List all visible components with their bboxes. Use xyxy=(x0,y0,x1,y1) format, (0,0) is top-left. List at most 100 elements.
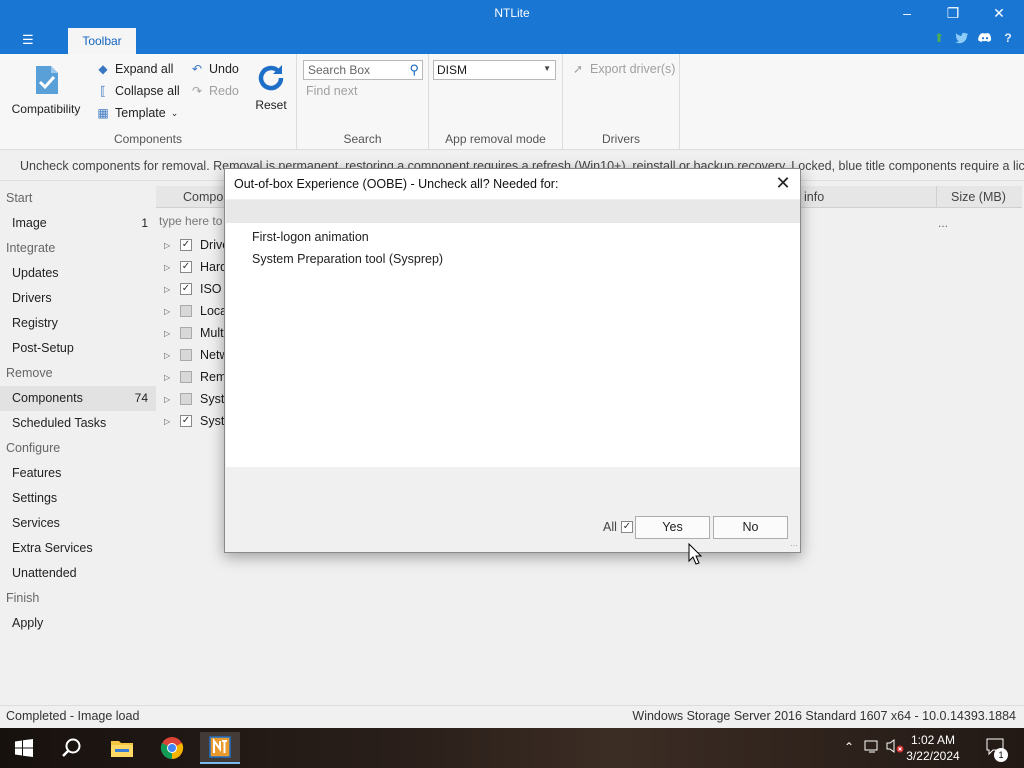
expand-all-button[interactable]: ◆ Expand all xyxy=(96,62,173,76)
sidebar-item-features[interactable]: Features xyxy=(0,461,156,486)
close-window-button[interactable]: ✕ xyxy=(976,2,1022,24)
reset-button[interactable]: Reset xyxy=(250,62,292,112)
export-drivers-label: Export driver(s) xyxy=(590,62,676,76)
no-button[interactable]: No xyxy=(713,516,788,539)
restore-button[interactable]: ❐ xyxy=(930,2,976,24)
filter-dots[interactable]: ... xyxy=(938,216,948,230)
dialog-header-band xyxy=(226,200,800,223)
row-checkbox[interactable] xyxy=(180,349,192,361)
redo-label: Redo xyxy=(209,84,239,98)
column-component[interactable]: Compo xyxy=(183,190,223,204)
components-group-label: Components xyxy=(113,132,183,146)
expand-arrow-icon[interactable]: ▷ xyxy=(164,395,172,404)
search-taskbar-button[interactable] xyxy=(52,732,92,764)
table-row[interactable]: ▷ ✓ Syste xyxy=(164,410,231,432)
network-icon[interactable] xyxy=(864,738,880,757)
sidebar-item-scheduled-tasks[interactable]: Scheduled Tasks xyxy=(0,411,156,436)
sidebar: Start Image 1 Integrate Updates Drivers … xyxy=(0,186,156,704)
all-checkbox[interactable]: ✓ xyxy=(620,521,633,533)
export-drivers-button[interactable]: ➚ Export driver(s) xyxy=(571,62,675,76)
chrome-button[interactable] xyxy=(152,732,192,764)
clock[interactable]: 1:02 AM 3/22/2024 xyxy=(900,732,966,764)
filter-input[interactable]: type here to xyxy=(159,214,222,228)
row-checkbox[interactable]: ✓ xyxy=(180,261,192,273)
sidebar-section-integrate: Integrate xyxy=(6,241,56,255)
row-checkbox[interactable] xyxy=(180,327,192,339)
app-removal-mode-value: DISM xyxy=(437,63,467,77)
menu-icon[interactable]: ☰ xyxy=(22,32,40,48)
redo-button[interactable]: ↷ Redo xyxy=(190,84,239,98)
expand-arrow-icon[interactable]: ▷ xyxy=(164,285,172,294)
sidebar-item-drivers[interactable]: Drivers xyxy=(0,286,156,311)
chevron-up-icon[interactable]: ⌃ xyxy=(844,740,854,754)
table-row[interactable]: ▷ Netw xyxy=(164,344,228,366)
row-checkbox[interactable] xyxy=(180,371,192,383)
find-next-button[interactable]: Find next xyxy=(306,84,357,98)
table-row[interactable]: ▷ Syste xyxy=(164,388,231,410)
sidebar-item-extra-services[interactable]: Extra Services xyxy=(0,536,156,561)
sidebar-item-unattended[interactable]: Unattended xyxy=(0,561,156,586)
table-row[interactable]: ▷ Loca xyxy=(164,300,227,322)
resize-grip-icon[interactable]: ⋯ xyxy=(790,541,798,550)
notification-badge: 1 xyxy=(994,748,1008,762)
discord-icon[interactable] xyxy=(977,30,993,46)
table-row[interactable]: ▷ Remo xyxy=(164,366,233,388)
upgrade-arrow-icon[interactable]: ⬆ xyxy=(931,30,947,46)
row-checkbox[interactable] xyxy=(180,305,192,317)
search-group-label: Search xyxy=(343,132,382,146)
table-row[interactable]: ▷ Multi xyxy=(164,322,226,344)
search-input[interactable]: Search Box ⚲ xyxy=(303,60,423,80)
compatibility-icon xyxy=(28,62,64,98)
row-checkbox[interactable]: ✓ xyxy=(180,239,192,251)
close-icon[interactable]: ✕ xyxy=(772,172,794,194)
all-option[interactable]: All ✓ xyxy=(603,520,633,534)
sidebar-item-label: Image xyxy=(12,216,47,230)
ntlite-taskbar-button[interactable] xyxy=(200,732,240,764)
clock-date: 3/22/2024 xyxy=(906,749,960,763)
collapse-all-button[interactable]: ⟦ Collapse all xyxy=(96,84,180,98)
expand-arrow-icon[interactable]: ▷ xyxy=(164,351,172,360)
expand-arrow-icon[interactable]: ▷ xyxy=(164,329,172,338)
twitter-icon[interactable] xyxy=(954,30,970,46)
sidebar-item-registry[interactable]: Registry xyxy=(0,311,156,336)
ntlite-icon xyxy=(209,736,231,758)
sidebar-item-image[interactable]: Image 1 xyxy=(0,211,156,236)
sidebar-item-post-setup[interactable]: Post-Setup xyxy=(0,336,156,361)
undo-label: Undo xyxy=(209,62,239,76)
app-removal-mode-select[interactable]: DISM ▼ xyxy=(433,60,556,80)
row-checkbox[interactable] xyxy=(180,393,192,405)
sidebar-item-updates[interactable]: Updates xyxy=(0,261,156,286)
undo-button[interactable]: ↶ Undo xyxy=(190,62,239,76)
start-button[interactable] xyxy=(4,732,44,764)
dialog-title-bar: Out-of-box Experience (OOBE) - Uncheck a… xyxy=(225,169,800,199)
sidebar-item-apply[interactable]: Apply xyxy=(0,611,156,636)
sidebar-item-services[interactable]: Services xyxy=(0,511,156,536)
expand-arrow-icon[interactable]: ▷ xyxy=(164,373,172,382)
row-label: Multi xyxy=(200,326,227,340)
help-icon[interactable]: ? xyxy=(1000,30,1016,46)
expand-arrow-icon[interactable]: ▷ xyxy=(164,241,172,250)
file-explorer-button[interactable] xyxy=(102,732,142,764)
collapse-icon: ⟦ xyxy=(100,84,106,98)
compatibility-label: Compatibility xyxy=(11,102,81,116)
column-info[interactable]: info xyxy=(804,190,824,204)
row-checkbox[interactable]: ✓ xyxy=(180,283,192,295)
sidebar-item-settings[interactable]: Settings xyxy=(0,486,156,511)
yes-button[interactable]: Yes xyxy=(635,516,710,539)
expand-arrow-icon[interactable]: ▷ xyxy=(164,417,172,426)
table-row[interactable]: ▷ ✓ Drive xyxy=(164,234,229,256)
row-checkbox[interactable]: ✓ xyxy=(180,415,192,427)
expand-arrow-icon[interactable]: ▷ xyxy=(164,263,172,272)
window-title: NTLite xyxy=(494,6,530,20)
tab-toolbar[interactable]: Toolbar xyxy=(68,28,136,54)
expand-arrow-icon[interactable]: ▷ xyxy=(164,307,172,316)
table-row[interactable]: ▷ ✓ Hard xyxy=(164,256,227,278)
sidebar-item-components[interactable]: Components 74 xyxy=(0,386,156,411)
search-icon[interactable]: ⚲ xyxy=(409,62,419,78)
compatibility-button[interactable]: Compatibility xyxy=(6,62,86,116)
column-size[interactable]: Size (MB) xyxy=(936,186,1006,208)
table-row[interactable]: ▷ ✓ ISO i xyxy=(164,278,228,300)
dialog-title: Out-of-box Experience (OOBE) - Uncheck a… xyxy=(234,177,559,191)
template-button[interactable]: ▦ Template ⌄ xyxy=(96,106,178,120)
minimize-button[interactable]: – xyxy=(884,2,930,24)
